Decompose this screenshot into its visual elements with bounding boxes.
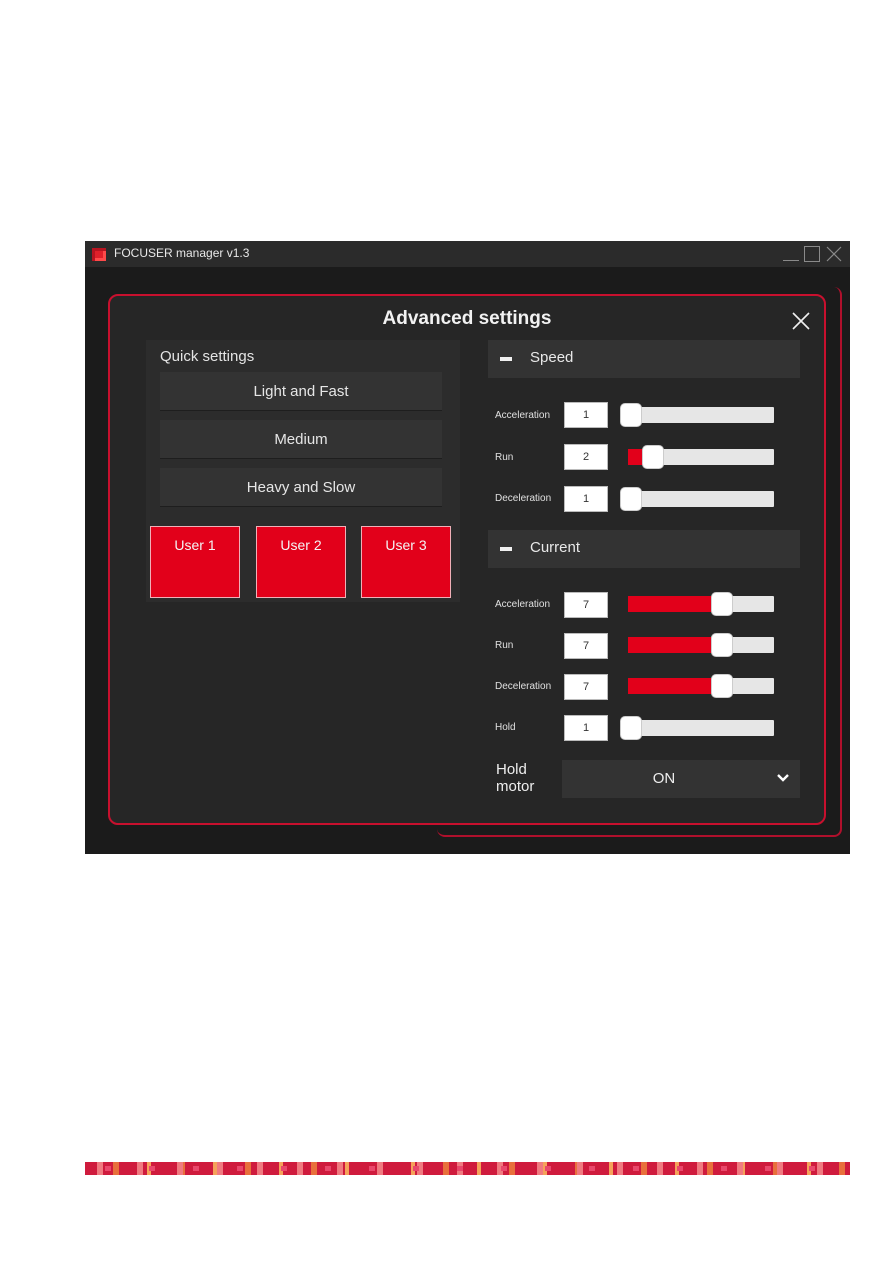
preset-light-fast-button[interactable]: Light and Fast bbox=[160, 372, 442, 410]
speed-run-label: Run bbox=[495, 452, 514, 463]
speed-section-header[interactable]: Speed bbox=[488, 340, 800, 378]
speed-deceleration-label: Deceleration bbox=[495, 493, 552, 504]
slider-fill bbox=[628, 637, 723, 653]
hold-motor-label: Hold motor bbox=[496, 761, 534, 795]
close-icon bbox=[826, 246, 842, 262]
quick-settings-label: Quick settings bbox=[160, 348, 255, 365]
speed-run-slider[interactable] bbox=[628, 445, 774, 469]
speed-run-input[interactable]: 2 bbox=[564, 444, 608, 470]
user-3-button[interactable]: User 3 bbox=[361, 526, 451, 598]
current-deceleration-label: Deceleration bbox=[495, 681, 552, 692]
preset-heavy-slow-button[interactable]: Heavy and Slow bbox=[160, 468, 442, 506]
current-run-input[interactable]: 7 bbox=[564, 633, 608, 659]
advanced-settings-dialog: Advanced settings Quick settings Light a… bbox=[108, 294, 826, 825]
user-2-button[interactable]: User 2 bbox=[256, 526, 346, 598]
close-icon bbox=[792, 312, 810, 330]
hold-motor-label-line1: Hold bbox=[496, 761, 527, 778]
current-hold-input[interactable]: 1 bbox=[564, 715, 608, 741]
current-run-label: Run bbox=[495, 640, 514, 651]
speed-deceleration-slider[interactable] bbox=[620, 487, 774, 511]
speed-acceleration-label: Acceleration bbox=[495, 410, 551, 421]
title-bar[interactable]: FOCUSER manager v1.3 bbox=[85, 241, 850, 267]
slider-thumb[interactable] bbox=[620, 487, 642, 511]
speed-acceleration-slider[interactable] bbox=[620, 403, 774, 427]
current-acceleration-input[interactable]: 7 bbox=[564, 592, 608, 618]
minimize-button[interactable] bbox=[782, 245, 800, 263]
window-title: FOCUSER manager v1.3 bbox=[114, 246, 250, 260]
current-hold-label: Hold bbox=[495, 722, 516, 733]
preset-medium-button[interactable]: Medium bbox=[160, 420, 442, 458]
current-acceleration-label: Acceleration bbox=[495, 599, 551, 610]
decorative-footer-band bbox=[85, 1162, 850, 1175]
hold-motor-value: ON bbox=[652, 770, 676, 787]
slider-fill bbox=[628, 596, 723, 612]
speed-section-title: Speed bbox=[530, 349, 574, 366]
slider-thumb[interactable] bbox=[711, 633, 734, 657]
slider-thumb[interactable] bbox=[711, 674, 734, 698]
current-run-slider[interactable] bbox=[628, 633, 774, 657]
current-hold-slider[interactable] bbox=[620, 716, 774, 740]
current-deceleration-input[interactable]: 7 bbox=[564, 674, 608, 700]
slider-thumb[interactable] bbox=[711, 592, 734, 616]
current-section-title: Current bbox=[530, 539, 581, 556]
dialog-title: Advanced settings bbox=[382, 308, 552, 329]
collapse-icon bbox=[500, 547, 512, 551]
current-deceleration-slider[interactable] bbox=[628, 674, 774, 698]
app-logo-icon bbox=[92, 248, 106, 261]
hold-motor-select[interactable]: ON bbox=[562, 760, 800, 798]
current-section-header[interactable]: Current bbox=[488, 530, 800, 568]
window-close-button[interactable] bbox=[825, 245, 843, 263]
speed-deceleration-input[interactable]: 1 bbox=[564, 486, 608, 512]
user-1-button[interactable]: User 1 bbox=[150, 526, 240, 598]
slider-thumb[interactable] bbox=[641, 445, 664, 469]
chevron-down-icon bbox=[777, 774, 789, 782]
dialog-close-button[interactable] bbox=[790, 310, 812, 332]
speed-acceleration-input[interactable]: 1 bbox=[564, 402, 608, 428]
slider-thumb[interactable] bbox=[620, 716, 642, 740]
slider-thumb[interactable] bbox=[620, 403, 642, 427]
collapse-icon bbox=[500, 357, 512, 361]
slider-fill bbox=[628, 678, 723, 694]
hold-motor-label-line2: motor bbox=[496, 778, 535, 795]
current-acceleration-slider[interactable] bbox=[628, 592, 774, 616]
maximize-button[interactable] bbox=[803, 245, 821, 263]
